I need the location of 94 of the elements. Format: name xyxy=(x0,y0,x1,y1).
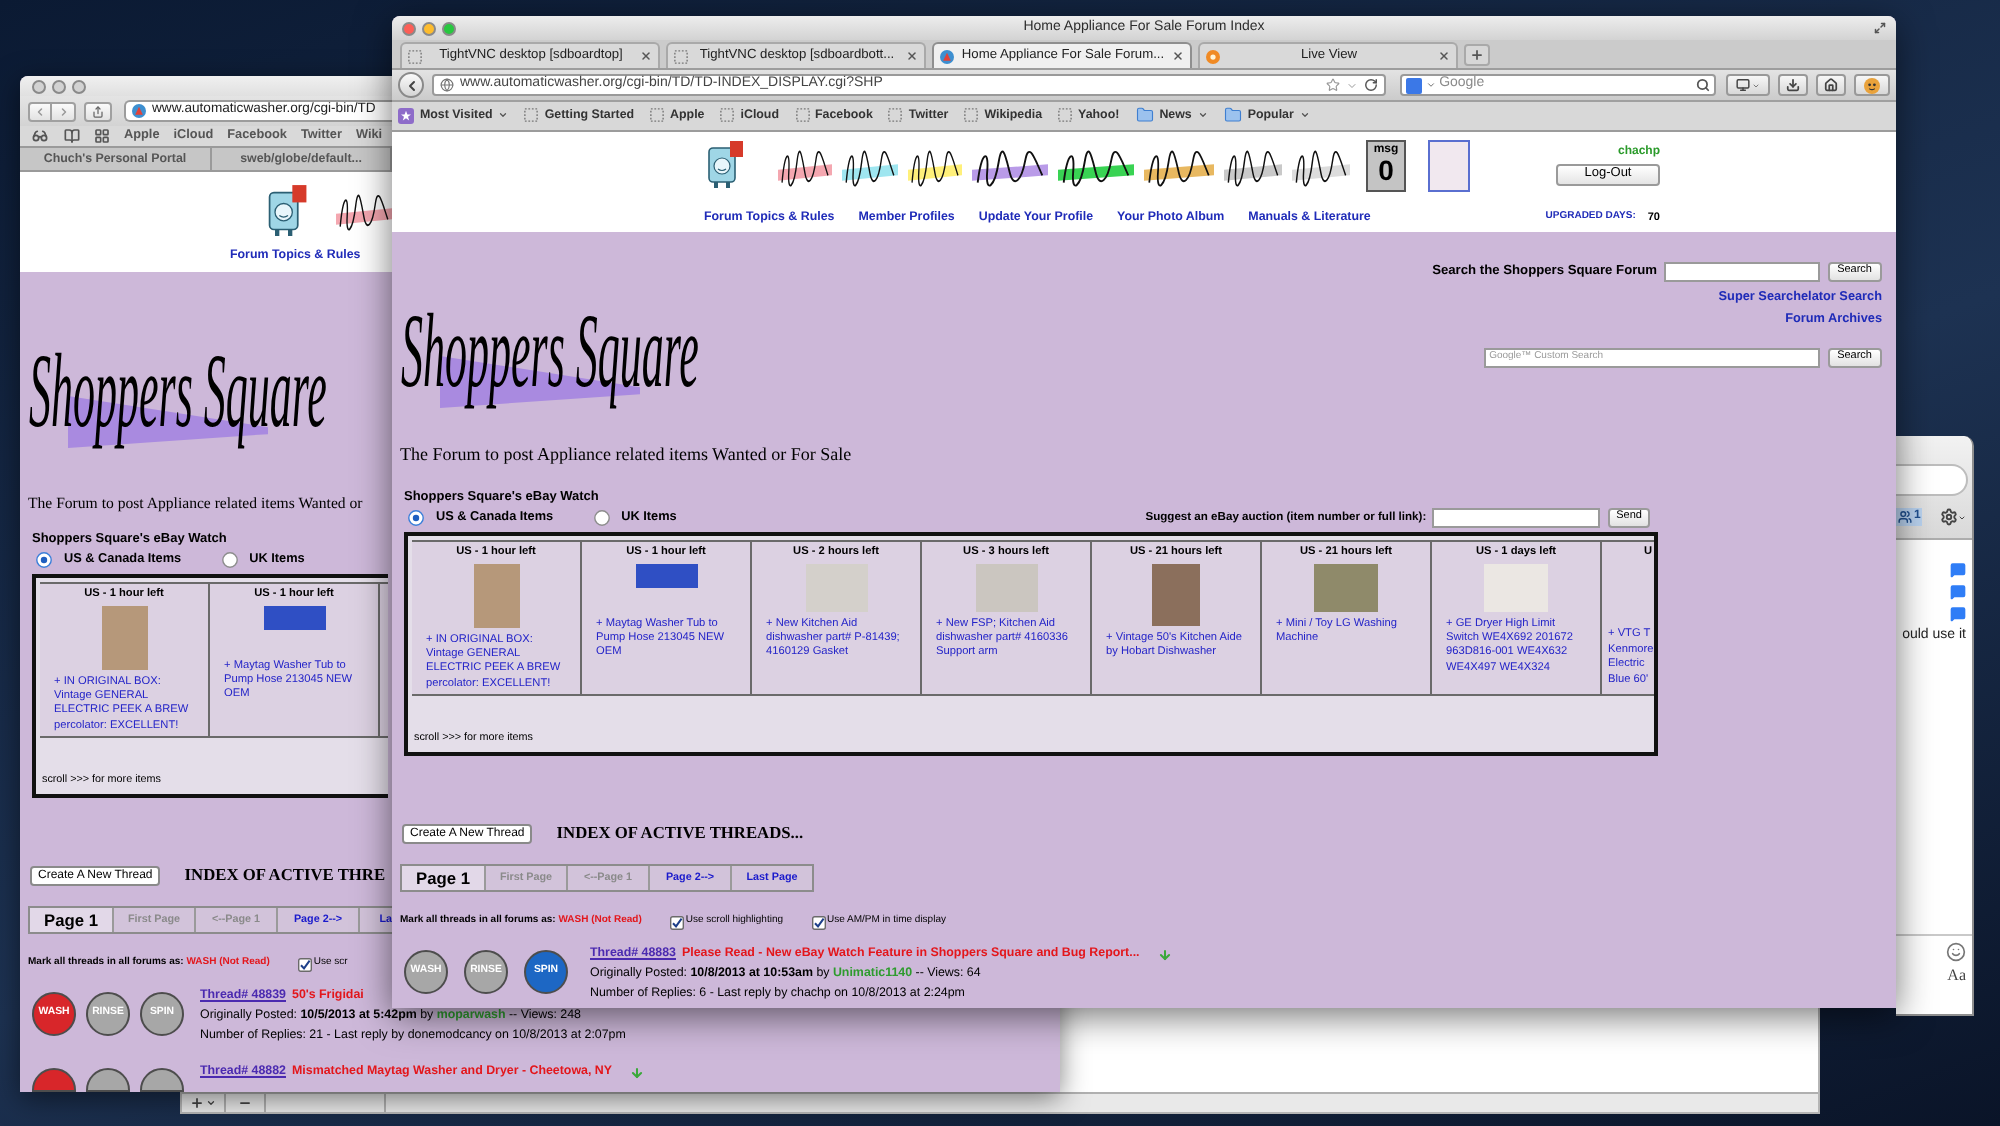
page-icon xyxy=(408,49,422,63)
new-tab-button[interactable] xyxy=(1464,44,1490,66)
checkbox[interactable] xyxy=(669,915,684,929)
script-logo[interactable] xyxy=(972,146,1048,190)
script-logo[interactable] xyxy=(778,146,832,190)
caret-icon xyxy=(206,1098,216,1108)
search-input[interactable] xyxy=(1663,262,1820,282)
site-logo[interactable]: Shoppers Square xyxy=(400,276,700,428)
globe-icon xyxy=(440,78,454,92)
tagline: The Forum to post Appliance related items Wanted or For Sale xyxy=(400,444,852,466)
radio-button[interactable] xyxy=(593,509,610,526)
script-logo[interactable] xyxy=(1292,146,1350,190)
speech-bubble-icon xyxy=(1950,606,1966,622)
close-icon[interactable] xyxy=(1438,50,1450,62)
share-button[interactable] xyxy=(84,101,112,121)
download-icon xyxy=(1786,78,1801,92)
page-icon xyxy=(720,108,735,123)
page-icon xyxy=(524,108,539,123)
share-icon xyxy=(92,105,104,117)
caret-icon xyxy=(1197,110,1208,121)
status-button[interactable] xyxy=(140,1068,184,1092)
back-button[interactable] xyxy=(398,72,424,98)
reading-list-icon[interactable] xyxy=(30,128,50,144)
checkbox[interactable] xyxy=(811,915,826,929)
current-page: Page 1 xyxy=(402,866,484,890)
speech-bubble-icon xyxy=(1950,584,1966,600)
page-icon xyxy=(795,108,809,123)
folder-icon xyxy=(1135,106,1154,125)
caret-icon xyxy=(1299,110,1310,121)
emoji-icon[interactable] xyxy=(1946,942,1966,962)
close-icon[interactable] xyxy=(640,50,652,62)
bookmarks-icon[interactable] xyxy=(64,128,80,144)
monitor-icon xyxy=(1736,78,1751,92)
zoom-button[interactable] xyxy=(72,79,86,93)
radio-button[interactable] xyxy=(36,551,52,568)
format-button[interactable]: Aa xyxy=(1947,966,1966,986)
script-logo[interactable] xyxy=(908,146,962,190)
site-logo-icon xyxy=(940,49,954,63)
plus-icon xyxy=(1470,48,1484,62)
minimize-button[interactable] xyxy=(422,21,436,35)
site-logo[interactable]: Shoppers Square xyxy=(28,316,328,468)
minimize-button[interactable] xyxy=(52,79,66,93)
page-icon xyxy=(674,49,688,63)
reload-icon[interactable] xyxy=(1363,78,1378,92)
washer-mascot-icon[interactable] xyxy=(266,184,310,236)
caret-icon[interactable] xyxy=(1425,80,1436,90)
picture-placeholder[interactable] xyxy=(1428,140,1470,192)
grid-icon[interactable] xyxy=(94,128,110,144)
home-button[interactable] xyxy=(1816,74,1847,96)
fullscreen-icon[interactable] xyxy=(1874,22,1886,34)
page-icon xyxy=(888,108,903,123)
status-button[interactable] xyxy=(32,1068,76,1092)
bookmarks-icon xyxy=(398,107,414,124)
page-icon xyxy=(964,108,979,123)
search-engine-icon xyxy=(1405,77,1422,93)
search-field[interactable] xyxy=(1896,464,1968,496)
checkbox[interactable] xyxy=(297,957,312,971)
suggest-field[interactable] xyxy=(1432,508,1601,528)
site-logo-icon xyxy=(132,104,146,118)
face-icon xyxy=(1864,77,1881,93)
close-button[interactable] xyxy=(32,79,46,93)
circle-logo-icon xyxy=(1206,49,1220,63)
people-icon xyxy=(1898,510,1912,524)
download-button[interactable] xyxy=(1778,74,1809,96)
speech-bubble-icon xyxy=(1950,562,1966,578)
page-icon xyxy=(1058,108,1073,123)
page-icon xyxy=(650,108,665,123)
script-logo[interactable] xyxy=(1058,146,1134,190)
plus-icon xyxy=(190,1096,204,1110)
script-logo[interactable] xyxy=(336,190,392,234)
close-icon[interactable] xyxy=(906,50,918,62)
script-logo[interactable] xyxy=(1144,146,1214,190)
gear-icon xyxy=(1940,508,1958,526)
status-button[interactable] xyxy=(86,1068,130,1092)
radio-button[interactable] xyxy=(221,551,238,568)
index-title: INDEX OF ACTIVE THRE xyxy=(184,864,386,886)
zoom-button[interactable] xyxy=(442,21,456,35)
msg-count: 0 xyxy=(1378,156,1394,184)
script-logo[interactable] xyxy=(842,146,898,190)
script-logo[interactable] xyxy=(1224,146,1282,190)
view-button[interactable] xyxy=(1726,74,1771,96)
index-title: INDEX OF ACTIVE THREADS... xyxy=(556,822,804,844)
folder-icon xyxy=(1223,106,1242,125)
close-icon[interactable] xyxy=(1172,50,1184,62)
radio-button[interactable] xyxy=(408,509,424,526)
minus-icon xyxy=(238,1096,252,1110)
close-button[interactable] xyxy=(402,21,416,35)
home-icon xyxy=(1824,78,1839,92)
current-page: Page 1 xyxy=(30,908,112,932)
account-button[interactable] xyxy=(1854,74,1890,96)
star-icon[interactable] xyxy=(1325,78,1340,92)
caret-icon xyxy=(498,110,509,121)
search-icon[interactable] xyxy=(1696,78,1711,92)
washer-mascot-icon[interactable] xyxy=(708,140,744,188)
